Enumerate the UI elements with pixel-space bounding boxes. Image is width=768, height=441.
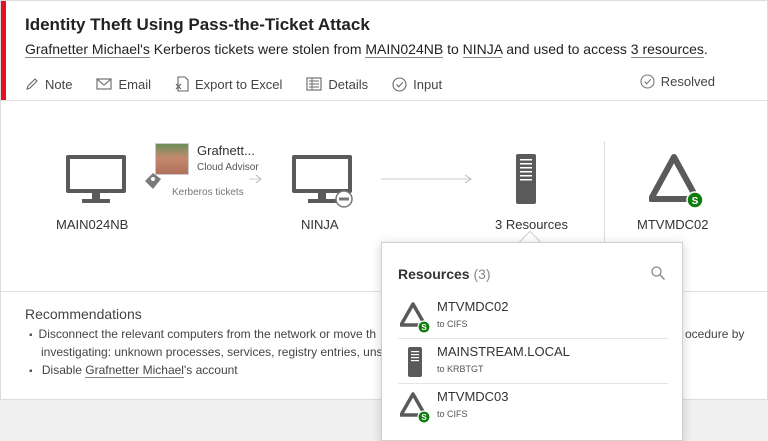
domain-controller-icon[interactable]: S — [649, 153, 707, 209]
details-button[interactable]: Details — [306, 74, 368, 94]
resource-name: MAINSTREAM.LOCAL — [437, 344, 570, 359]
computer-icon[interactable] — [290, 153, 356, 209]
dest-computer-label[interactable]: NINJA — [301, 217, 339, 232]
user-link[interactable]: Grafnetter Michael's — [25, 41, 150, 58]
popup-title-text: Resources — [398, 266, 470, 282]
alert-header: Identity Theft Using Pass-the-Ticket Att… — [1, 1, 767, 101]
subtitle-text: and used to access — [502, 41, 631, 57]
envelope-icon — [96, 78, 113, 90]
dc-label[interactable]: MTVMDC02 — [637, 217, 709, 232]
email-button[interactable]: Email — [96, 74, 151, 94]
action-bar: Note Email Export to Excel Details Input — [25, 74, 466, 94]
alert-title: Identity Theft Using Pass-the-Ticket Att… — [25, 15, 370, 34]
recommendation-text: Disable — [41, 363, 86, 377]
pencil-icon — [26, 78, 38, 90]
input-label: Input — [413, 76, 443, 92]
resources-popup: Resources (3) S MTVMDC02 to CIFS MAINSTR… — [381, 242, 683, 441]
server-icon — [408, 347, 422, 377]
resolved-label: Resolved — [660, 74, 715, 89]
export-label: Export to Excel — [194, 76, 283, 92]
recommendation-text: 's account — [183, 363, 238, 377]
recommendation-item: Disable Grafnetter Michael's account — [29, 363, 238, 378]
details-icon — [306, 77, 322, 91]
source-computer-label[interactable]: MAIN024NB — [56, 217, 128, 232]
email-label: Email — [118, 76, 151, 92]
resource-item[interactable]: S MTVMDC03 to CIFS — [398, 385, 668, 429]
svg-text:S: S — [421, 323, 427, 332]
excel-icon — [175, 76, 189, 92]
server-icon[interactable] — [515, 153, 537, 205]
divider — [604, 141, 605, 245]
recommendations-title: Recommendations — [25, 306, 142, 322]
resolved-button[interactable]: Resolved — [640, 74, 715, 89]
subtitle-text: to — [443, 41, 463, 57]
domain-controller-icon: S — [400, 392, 431, 423]
details-label: Details — [328, 76, 369, 92]
svg-text:S: S — [421, 413, 427, 422]
popup-title: Resources (3) — [398, 266, 491, 282]
resource-detail: to CIFS — [437, 409, 468, 419]
check-circle-icon — [640, 74, 655, 89]
dest-computer-link[interactable]: NINJA — [462, 41, 503, 58]
user-role: Cloud Advisor — [197, 162, 259, 173]
resource-detail: to CIFS — [437, 319, 468, 329]
domain-controller-icon: S — [400, 302, 431, 333]
resource-item[interactable]: S MTVMDC02 to CIFS — [398, 295, 668, 339]
user-link[interactable]: Grafnetter Michael — [85, 363, 184, 378]
resources-label[interactable]: 3 Resources — [495, 217, 568, 232]
resource-detail: to KRBTGT — [437, 364, 484, 374]
subtitle-text: Kerberos tickets were stolen from — [149, 41, 366, 57]
note-button[interactable]: Note — [25, 74, 72, 94]
source-computer-link[interactable]: MAIN024NB — [365, 41, 444, 58]
computer-icon[interactable] — [64, 153, 128, 205]
user-card[interactable]: Grafnett... Cloud Advisor — [155, 141, 265, 181]
recommendation-text: ocedure by — [685, 327, 745, 341]
popup-count: (3) — [473, 266, 491, 282]
resource-item[interactable]: MAINSTREAM.LOCAL to KRBTGT — [398, 340, 668, 384]
export-excel-button[interactable]: Export to Excel — [175, 74, 282, 94]
resource-name: MTVMDC02 — [437, 299, 509, 314]
kerberos-tickets-label: Kerberos tickets — [172, 187, 244, 198]
svg-text:S: S — [692, 196, 699, 207]
search-icon[interactable] — [650, 265, 666, 281]
note-label: Note — [45, 76, 73, 92]
user-name: Grafnett... — [197, 143, 255, 158]
recommendation-text: investigating: unknown processes, servic… — [41, 345, 392, 359]
subtitle-text: . — [703, 41, 708, 57]
resource-name: MTVMDC03 — [437, 389, 509, 404]
resources-link[interactable]: 3 resources — [630, 41, 704, 58]
alert-subtitle: Grafnetter Michael's Kerberos tickets we… — [25, 41, 708, 58]
input-button[interactable]: Input — [392, 74, 442, 94]
recommendation-item: Disconnect the relevant computers from t… — [29, 327, 376, 341]
check-circle-icon — [392, 76, 407, 92]
ticket-icon — [145, 173, 161, 189]
